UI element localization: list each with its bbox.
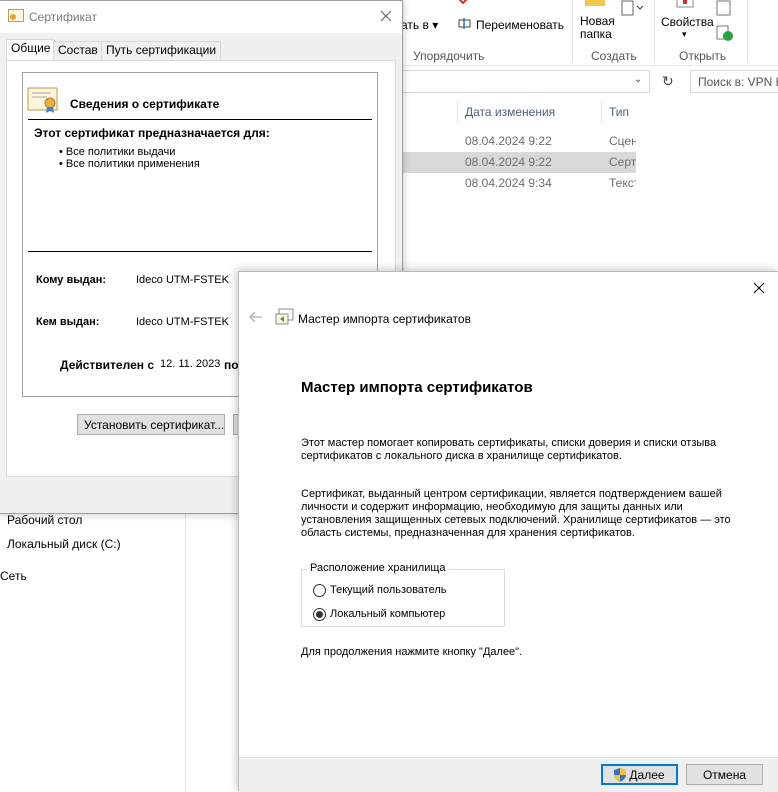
file-row-selected[interactable]: 08.04.2024 9:22 Серт xyxy=(400,152,636,173)
close-icon[interactable] xyxy=(750,279,768,297)
certificate-heading: Сведения о сертификате xyxy=(70,97,220,111)
next-button-label: Далее xyxy=(629,768,665,782)
wizard-description-text: Сертификат, выданный центром сертификаци… xyxy=(301,488,731,539)
new-folder-button[interactable]: Новая папка xyxy=(580,15,615,41)
ribbon-divider xyxy=(572,0,573,62)
uac-shield-icon xyxy=(614,768,627,782)
certificate-window-icon xyxy=(8,9,24,23)
issued-to-value: Ideco UTM-FSTEK xyxy=(136,274,229,286)
wizard-heading: Мастер импорта сертификатов xyxy=(301,379,533,396)
group-organize-label: Упорядочить xyxy=(413,49,485,63)
file-row[interactable]: 08.04.2024 9:34 Текст xyxy=(400,173,636,194)
file-row[interactable]: 08.04.2024 9:22 Сцен xyxy=(400,131,636,152)
column-divider xyxy=(601,100,602,124)
file-date: 08.04.2024 9:34 xyxy=(465,176,552,190)
new-folder-label-2: папка xyxy=(580,27,612,41)
local-machine-label[interactable]: Локальный компьютер xyxy=(330,608,445,620)
column-date-modified[interactable]: Дата изменения xyxy=(465,100,555,124)
import-wizard-dialog: Мастер импорта сертификатов Мастер импор… xyxy=(238,271,778,792)
continue-hint-text: Для продолжения нажмите кнопку "Далее". xyxy=(301,646,523,658)
file-type: Сцен xyxy=(609,134,636,148)
group-create-label: Создать xyxy=(591,49,637,63)
issued-by-label: Кем выдан: xyxy=(36,316,100,328)
search-input[interactable]: Поиск в: VPN Н xyxy=(690,70,778,93)
install-certificate-button[interactable]: Установить сертификат... xyxy=(77,414,225,435)
store-location-group: Расположение хранилища Текущий пользоват… xyxy=(301,562,505,627)
ribbon-divider xyxy=(654,0,655,62)
move-to-button[interactable]: ать в ▾ xyxy=(401,18,438,32)
next-button[interactable]: Далее xyxy=(601,764,678,785)
wizard-footer: Далее Отмена xyxy=(239,757,778,792)
tab-certification-path[interactable]: Путь сертификации xyxy=(101,41,222,60)
new-item-icon[interactable] xyxy=(620,0,646,22)
properties-button[interactable]: Свойства xyxy=(661,15,714,29)
divider xyxy=(28,251,372,252)
file-date: 08.04.2024 9:22 xyxy=(465,134,552,148)
edit-icon[interactable] xyxy=(716,24,734,42)
divider xyxy=(28,119,372,120)
file-type: Серт xyxy=(609,155,636,169)
file-date: 08.04.2024 9:22 xyxy=(465,155,552,169)
delete-icon[interactable] xyxy=(456,0,470,6)
address-bar-row: ⌄ ↻ Поиск в: VPN Н xyxy=(400,70,778,94)
issued-to-label: Кому выдан: xyxy=(36,274,107,286)
purpose-title: Этот сертификат предназначается для: xyxy=(34,126,270,140)
properties-icon xyxy=(676,0,694,8)
chevron-down-icon[interactable]: ⌄ xyxy=(634,74,642,85)
certificate-wizard-icon xyxy=(275,308,295,326)
ribbon-divider xyxy=(747,0,748,62)
certificate-title: Сертификат xyxy=(29,10,97,24)
nav-item-local-disk[interactable]: Локальный диск (C:) xyxy=(7,537,121,551)
chevron-down-icon[interactable]: ▾ xyxy=(682,29,687,40)
file-type: Текст xyxy=(609,176,636,190)
tab-details[interactable]: Состав xyxy=(53,41,103,60)
new-folder-label-1: Новая xyxy=(580,14,615,28)
navigation-pane: Рабочий стол Локальный диск (C:) Сеть xyxy=(0,510,186,791)
wizard-intro-text: Этот мастер помогает копировать сертифик… xyxy=(301,437,717,462)
address-bar[interactable] xyxy=(400,70,650,93)
current-user-label[interactable]: Текущий пользователь xyxy=(330,584,446,596)
back-arrow-icon[interactable] xyxy=(247,308,265,326)
nav-item-network[interactable]: Сеть xyxy=(0,569,27,583)
nav-item-desktop[interactable]: Рабочий стол xyxy=(7,513,82,527)
column-type[interactable]: Тип xyxy=(609,100,629,124)
column-divider xyxy=(457,100,458,124)
valid-from-label: Действителен с xyxy=(60,358,154,372)
refresh-icon[interactable]: ↻ xyxy=(662,73,674,90)
open-icon[interactable] xyxy=(716,0,732,16)
chevron-down-icon: ▾ xyxy=(432,18,439,32)
new-folder-icon xyxy=(585,0,605,8)
rename-button[interactable]: Переименовать xyxy=(476,18,564,32)
rename-icon xyxy=(458,17,471,30)
valid-from-value: 12. 11. 2023 xyxy=(160,358,221,370)
issued-by-value: Ideco UTM-FSTEK xyxy=(136,316,229,328)
store-location-label: Расположение хранилища xyxy=(307,562,449,574)
valid-to-label: по xyxy=(224,358,239,372)
certificate-titlebar: Сертификат xyxy=(0,1,402,33)
certificate-icon xyxy=(27,86,59,114)
cancel-button[interactable]: Отмена xyxy=(686,764,763,785)
purpose-item: • Все политики применения xyxy=(59,158,200,170)
radio-local-machine[interactable] xyxy=(313,608,326,621)
group-open-label: Открыть xyxy=(679,49,727,63)
close-icon[interactable] xyxy=(378,8,394,24)
purpose-item: • Все политики выдачи xyxy=(59,146,176,158)
radio-current-user[interactable] xyxy=(313,584,326,597)
move-to-label: ать в xyxy=(401,18,429,32)
wizard-header-title: Мастер импорта сертификатов xyxy=(298,312,471,326)
tab-general[interactable]: Общие xyxy=(6,39,56,60)
